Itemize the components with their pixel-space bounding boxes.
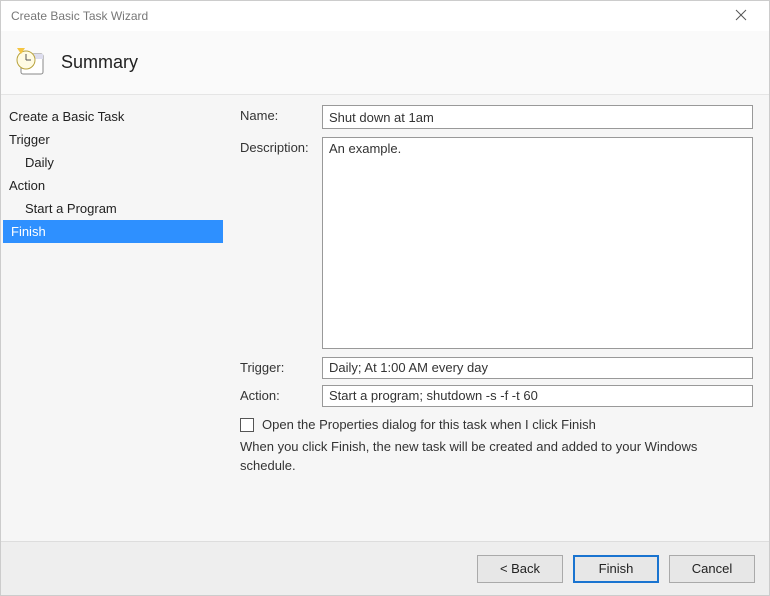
trigger-readonly: Daily; At 1:00 AM every day bbox=[322, 357, 753, 379]
titlebar: Create Basic Task Wizard bbox=[1, 1, 769, 31]
wizard-header: Summary bbox=[1, 31, 769, 95]
action-readonly: Start a program; shutdown -s -f -t 60 bbox=[322, 385, 753, 407]
sidebar-item-label: Start a Program bbox=[25, 201, 117, 216]
description-label: Description: bbox=[240, 137, 322, 349]
open-properties-checkbox-row[interactable]: Open the Properties dialog for this task… bbox=[240, 417, 753, 432]
wizard-content: Name: Description: An example. Trigger: … bbox=[226, 95, 769, 541]
sidebar-item-label: Finish bbox=[11, 224, 46, 239]
action-label: Action: bbox=[240, 385, 322, 407]
window-title: Create Basic Task Wizard bbox=[11, 9, 721, 23]
sidebar-item-label: Trigger bbox=[9, 132, 50, 147]
cancel-button[interactable]: Cancel bbox=[669, 555, 755, 583]
description-field[interactable]: An example. bbox=[322, 137, 753, 349]
sidebar-item-label: Action bbox=[9, 178, 45, 193]
name-field[interactable] bbox=[322, 105, 753, 129]
name-label: Name: bbox=[240, 105, 322, 129]
open-properties-checkbox[interactable] bbox=[240, 418, 254, 432]
sidebar-item-start-program[interactable]: Start a Program bbox=[1, 197, 226, 220]
sidebar-item-label: Daily bbox=[25, 155, 54, 170]
close-button[interactable] bbox=[721, 2, 761, 30]
back-button[interactable]: < Back bbox=[477, 555, 563, 583]
sidebar-item-create-task[interactable]: Create a Basic Task bbox=[1, 105, 226, 128]
wizard-footer: < Back Finish Cancel bbox=[1, 541, 769, 595]
close-icon bbox=[735, 8, 747, 24]
page-title: Summary bbox=[61, 52, 138, 73]
wizard-window: Create Basic Task Wizard Summary Create … bbox=[0, 0, 770, 596]
sidebar-item-label: Create a Basic Task bbox=[9, 109, 124, 124]
sidebar-item-action[interactable]: Action bbox=[1, 174, 226, 197]
finish-info-text: When you click Finish, the new task will… bbox=[240, 438, 753, 476]
trigger-label: Trigger: bbox=[240, 357, 322, 379]
wizard-steps-sidebar: Create a Basic Task Trigger Daily Action… bbox=[1, 95, 226, 541]
sidebar-item-daily[interactable]: Daily bbox=[1, 151, 226, 174]
sidebar-item-trigger[interactable]: Trigger bbox=[1, 128, 226, 151]
finish-button[interactable]: Finish bbox=[573, 555, 659, 583]
open-properties-label: Open the Properties dialog for this task… bbox=[262, 417, 596, 432]
clock-calendar-icon bbox=[15, 46, 43, 74]
sidebar-item-finish[interactable]: Finish bbox=[3, 220, 223, 243]
wizard-body: Create a Basic Task Trigger Daily Action… bbox=[1, 95, 769, 541]
